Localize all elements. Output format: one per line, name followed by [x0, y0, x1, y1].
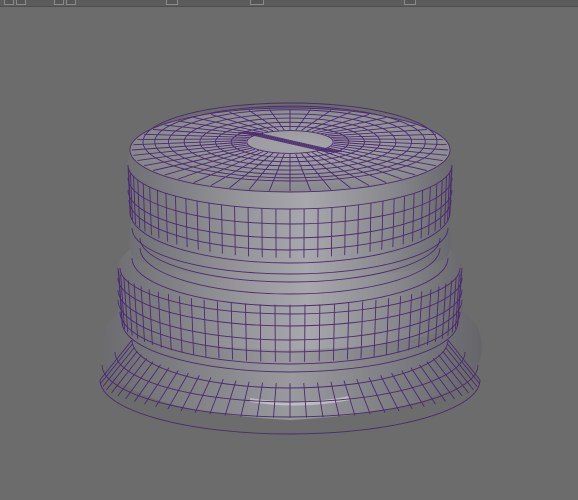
- edge: [330, 207, 333, 257]
- 3d-viewport[interactable]: [0, 0, 578, 500]
- edge: [247, 207, 250, 257]
- mesh-object[interactable]: [0, 0, 578, 500]
